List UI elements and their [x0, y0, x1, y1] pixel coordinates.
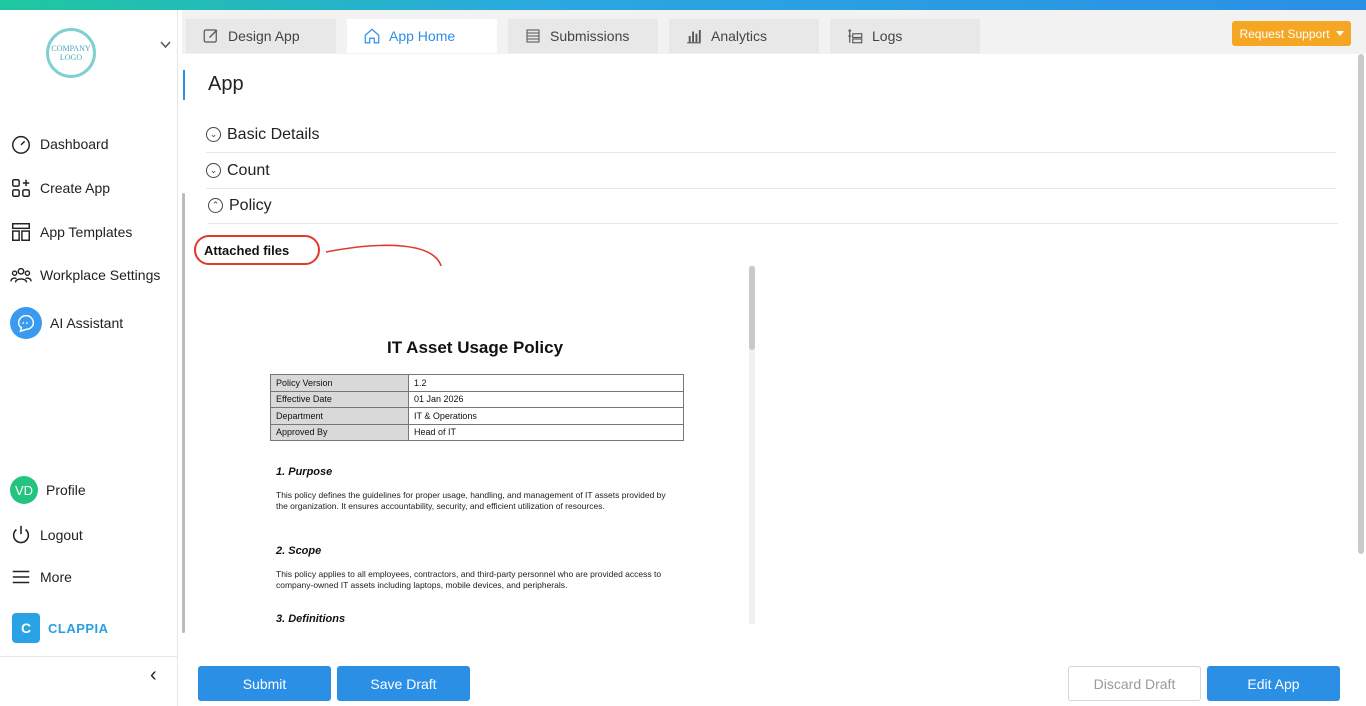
section-basic-details[interactable]: ⌄ Basic Details	[206, 117, 1336, 153]
grid-plus-icon	[12, 179, 30, 197]
document-scrollbar-thumb[interactable]	[749, 266, 755, 350]
sidebar-item-dashboard[interactable]: Dashboard	[10, 133, 109, 155]
section-label: Count	[227, 161, 270, 179]
policy-meta-table: Policy Version 1.2 Effective Date 01 Jan 2…	[270, 374, 684, 441]
request-support-button[interactable]: Request Support	[1232, 21, 1351, 46]
sidebar-item-app-templates[interactable]: App Templates	[10, 221, 132, 243]
tab-analytics[interactable]: Analytics	[669, 19, 819, 53]
sidebar-item-label: Workplace Settings	[40, 267, 161, 283]
tab-label: Analytics	[711, 28, 768, 44]
page-scrollbar[interactable]	[1358, 54, 1364, 554]
document-preview[interactable]: IT Asset Usage Policy Policy Version 1.2 …	[200, 266, 750, 624]
sidebar-item-logout[interactable]: Logout	[10, 524, 83, 546]
company-logo[interactable]: COMPANY LOGO	[46, 28, 96, 78]
sidebar: COMPANY LOGO Dashboard Create App App Tem…	[0, 10, 178, 706]
section-count[interactable]: ⌄ Count	[206, 153, 1336, 189]
sidebar-item-more[interactable]: More	[10, 566, 72, 588]
top-gradient-bar	[0, 0, 1366, 10]
table-row: Policy Version 1.2	[270, 374, 684, 392]
sidebar-item-label: Create App	[40, 180, 111, 196]
sidebar-scrollbar[interactable]	[182, 193, 185, 633]
submit-button[interactable]: Submit	[198, 666, 331, 701]
bar-chart-icon	[687, 30, 701, 44]
meta-value: 1.2	[408, 374, 684, 392]
caret-down-icon	[1335, 30, 1344, 36]
avatar: VD	[10, 476, 38, 504]
users-gear-icon	[10, 267, 32, 283]
chevron-up-icon: ⌃	[208, 198, 223, 213]
sidebar-item-label: App Templates	[40, 224, 133, 240]
active-indicator	[183, 70, 185, 100]
brand-name: CLAPPIA	[48, 620, 109, 636]
ai-chat-icon	[10, 307, 42, 339]
meta-value: IT & Operations	[408, 407, 684, 425]
chevron-down-icon[interactable]	[160, 40, 171, 52]
edit-app-button[interactable]: Edit App	[1207, 666, 1340, 701]
edit-icon	[203, 29, 218, 43]
meta-value: 01 Jan 2026	[408, 390, 684, 408]
doc-heading-purpose: 1. Purpose	[276, 466, 333, 478]
meta-value: Head of IT	[408, 423, 684, 441]
tab-design-app[interactable]: Design App	[186, 19, 336, 53]
speedometer-icon	[12, 135, 30, 154]
tab-submissions[interactable]: Submissions	[508, 19, 658, 53]
sidebar-item-profile[interactable]: VD Profile	[10, 476, 86, 504]
sidebar-item-label: Dashboard	[40, 136, 109, 152]
section-policy[interactable]: ⌃ Policy	[208, 188, 1338, 224]
section-label: Basic Details	[227, 125, 320, 143]
meta-key: Department	[270, 407, 409, 425]
sidebar-item-label: AI Assistant	[50, 315, 124, 331]
chevron-down-icon: ⌄	[206, 163, 221, 178]
menu-icon	[12, 570, 30, 584]
doc-heading-definitions: 3. Definitions	[276, 613, 346, 624]
table-row: Approved By Head of IT	[270, 423, 684, 441]
discard-draft-button[interactable]: Discard Draft	[1068, 666, 1201, 701]
home-icon	[364, 28, 380, 44]
meta-key: Approved By	[270, 423, 409, 441]
template-icon	[12, 223, 30, 241]
list-icon	[526, 29, 540, 43]
clappia-logo-icon: C	[12, 613, 40, 643]
tab-label: App Home	[389, 28, 456, 44]
save-draft-button[interactable]: Save Draft	[337, 666, 470, 701]
tab-label: Submissions	[550, 28, 630, 44]
doc-heading-scope: 2. Scope	[276, 545, 322, 557]
collapse-sidebar-button[interactable]: ‹	[150, 664, 157, 687]
section-label: Policy	[229, 196, 272, 214]
tab-label: Logs	[872, 28, 903, 44]
clappia-brand: C CLAPPIA	[12, 613, 109, 643]
doc-paragraph-purpose: This policy defines the guidelines for p…	[276, 490, 666, 511]
sidebar-item-ai-assistant[interactable]: AI Assistant	[10, 307, 123, 339]
chevron-down-icon: ⌄	[206, 127, 221, 142]
annotation-highlight	[194, 235, 320, 265]
tab-app-home[interactable]: App Home	[347, 19, 497, 53]
meta-key: Policy Version	[270, 374, 409, 392]
table-row: Effective Date 01 Jan 2026	[270, 390, 684, 408]
logs-icon	[848, 29, 863, 44]
request-support-label: Request Support	[1239, 26, 1330, 41]
power-icon	[12, 525, 30, 544]
doc-paragraph-scope: This policy applies to all employees, co…	[276, 569, 662, 590]
sidebar-item-label: Logout	[40, 527, 83, 543]
page-title: App	[208, 73, 244, 95]
document-title: IT Asset Usage Policy	[386, 338, 564, 357]
meta-key: Effective Date	[270, 390, 409, 408]
table-row: Department IT & Operations	[270, 407, 684, 425]
tab-label: Design App	[228, 28, 300, 44]
sidebar-item-label: More	[40, 569, 72, 585]
sidebar-item-label: Profile	[46, 482, 86, 498]
tab-logs[interactable]: Logs	[830, 19, 980, 53]
sidebar-item-workplace-settings[interactable]: Workplace Settings	[10, 264, 160, 286]
sidebar-item-create-app[interactable]: Create App	[10, 177, 110, 199]
